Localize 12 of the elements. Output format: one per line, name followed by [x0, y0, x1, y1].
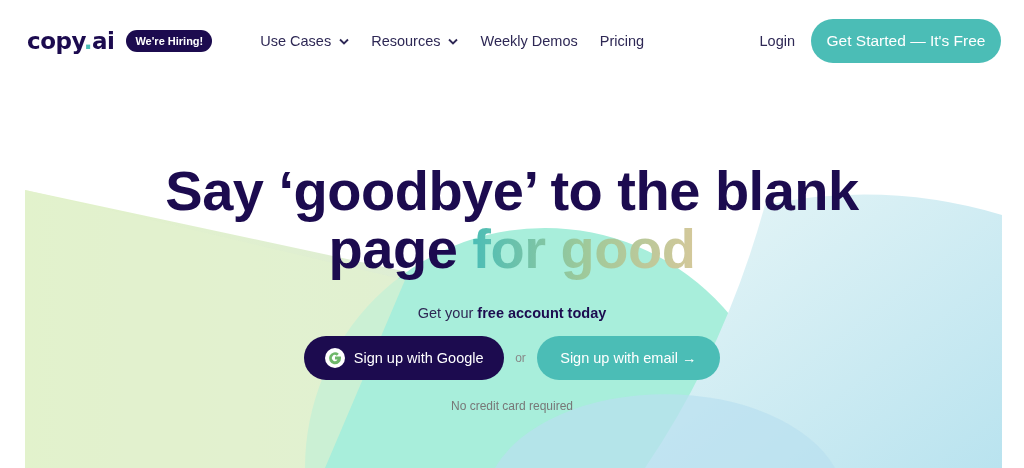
- logo[interactable]: copy.ai: [27, 28, 115, 54]
- nav-link[interactable]: Weekly Demos: [480, 33, 578, 49]
- nav-link[interactable]: Resources: [371, 33, 459, 49]
- login-link[interactable]: Login: [759, 33, 795, 49]
- note-text: No credit card required: [450, 399, 574, 413]
- google-signup-button[interactable]: Sign up with Google: [304, 336, 505, 380]
- hiring-badge[interactable]: We're Hiring!: [126, 30, 213, 52]
- google-icon: [324, 348, 345, 368]
- nav-link[interactable]: Pricing: [599, 33, 645, 49]
- subtitle: Get your free account today: [417, 305, 607, 321]
- separator-text: or: [515, 351, 526, 365]
- nav-link[interactable]: Use Cases: [260, 33, 350, 49]
